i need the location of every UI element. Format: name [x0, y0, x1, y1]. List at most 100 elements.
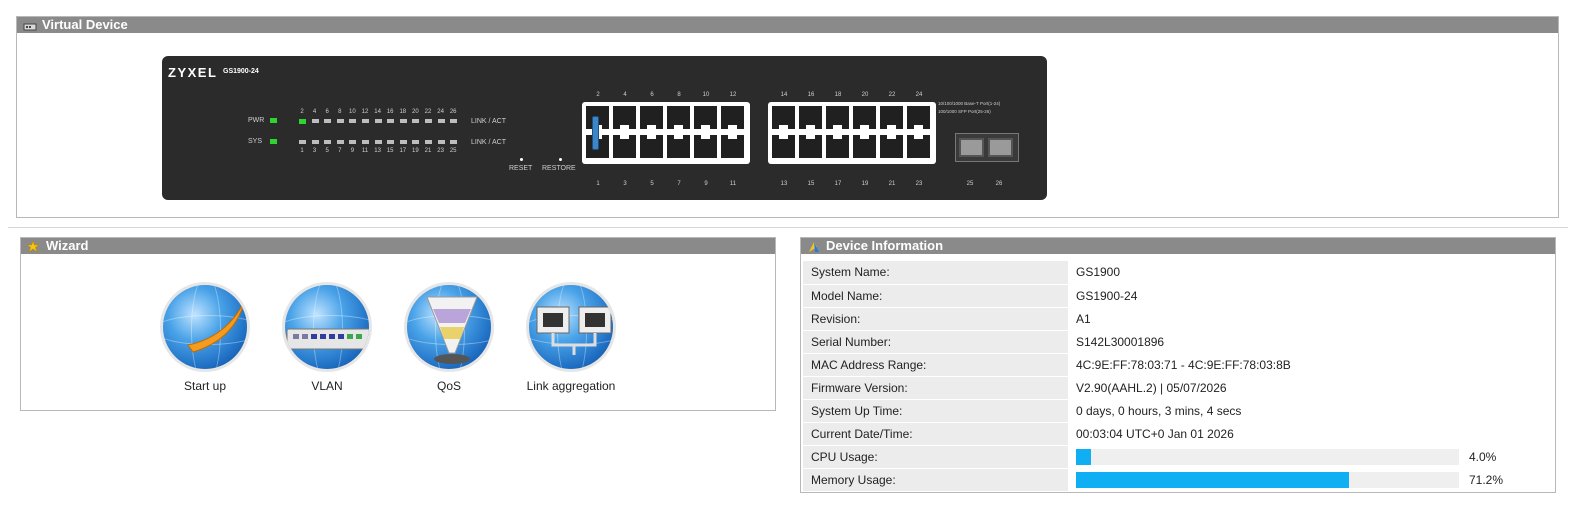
device-info-value: V2.90(AAHL.2) | 05/07/2026	[1068, 376, 1555, 399]
wizard-startup[interactable]: Start up	[145, 282, 265, 393]
startup-icon	[160, 282, 250, 372]
port-led	[349, 119, 357, 123]
wizard-item-label: Link aggregation	[526, 379, 616, 393]
link-act-label-bottom: LINK / ACT	[471, 139, 507, 146]
device-info-value: GS1900-24	[1068, 284, 1555, 307]
port-led	[299, 140, 306, 144]
device-info-key: Model Name:	[803, 284, 1068, 307]
port-notch	[674, 135, 683, 139]
port-notch	[833, 125, 842, 129]
led-number: 6	[325, 109, 329, 115]
rj45-port[interactable]	[667, 135, 690, 158]
rj45-port[interactable]	[667, 106, 690, 129]
port-notch	[647, 135, 656, 139]
port-number: 16	[807, 92, 815, 98]
device-info-row: System Up Time: 0 days, 0 hours, 3 mins, …	[803, 399, 1555, 422]
restore-button[interactable]	[559, 158, 562, 161]
rj45-port[interactable]	[721, 135, 744, 158]
rj45-port[interactable]	[799, 135, 822, 158]
restore-label: RESTORE	[542, 165, 576, 172]
qos-icon	[404, 282, 494, 372]
port-led	[387, 119, 395, 123]
rj45-port[interactable]	[880, 135, 903, 158]
wizard-qos[interactable]: QoS	[389, 282, 509, 393]
led-number: 15	[386, 148, 394, 154]
led-number: 24	[437, 109, 444, 115]
memory-usage-key: Memory Usage:	[803, 468, 1068, 491]
device-information-header: Device Information	[801, 238, 1555, 254]
port-number: 3	[623, 181, 627, 187]
vlan-icon	[282, 282, 372, 372]
led-number: 17	[399, 148, 407, 154]
sfp-port-25[interactable]	[959, 138, 984, 157]
port-number: 24	[915, 92, 923, 98]
device-info-value: 00:03:04 UTC+0 Jan 01 2026	[1068, 422, 1555, 445]
port-notch	[887, 125, 896, 129]
rj45-port[interactable]	[880, 106, 903, 129]
port-led	[437, 119, 445, 123]
port-info-copper: 10/100/1000 Base-T Port(1-24)	[938, 101, 1001, 106]
rj45-port[interactable]	[640, 135, 663, 158]
section-divider	[8, 227, 1568, 228]
rj45-port[interactable]	[826, 135, 849, 158]
rj45-port[interactable]	[826, 106, 849, 129]
port-led	[349, 140, 357, 144]
rj45-port[interactable]	[799, 106, 822, 129]
cpu-usage-percent: 4.0%	[1469, 449, 1497, 464]
sfp-port-number: 26	[995, 181, 1003, 187]
rj45-port[interactable]	[613, 135, 636, 158]
port-number: 2	[596, 92, 600, 98]
led-number: 3	[312, 148, 317, 154]
port-notch	[674, 125, 683, 129]
port-number: 6	[650, 92, 654, 98]
sfp-port-group	[955, 133, 1019, 162]
port-led	[399, 119, 407, 123]
rj45-port[interactable]	[772, 106, 795, 129]
port-number: 13	[780, 181, 788, 187]
memory-usage-value: 71.2%	[1068, 468, 1555, 491]
wizard-link-aggregation[interactable]: Link aggregation	[511, 282, 631, 393]
memory-usage-row: Memory Usage: 71.2%	[803, 468, 1555, 491]
port-number: 15	[807, 181, 815, 187]
cpu-usage-value: 4.0%	[1068, 445, 1555, 468]
port-number: 22	[888, 92, 896, 98]
sfp-port-26[interactable]	[988, 138, 1013, 157]
port-notch	[779, 135, 788, 139]
rj45-port[interactable]	[772, 135, 795, 158]
port-number: 17	[834, 181, 842, 187]
cpu-usage-key: CPU Usage:	[803, 445, 1068, 468]
port-notch	[647, 125, 656, 129]
rj45-port[interactable]	[613, 106, 636, 129]
led-number: 8	[338, 109, 342, 115]
port-led	[412, 140, 420, 144]
brand-logo: ZYXEL	[168, 65, 218, 80]
wizard-item-label: Start up	[183, 379, 227, 393]
led-number: 4	[312, 109, 317, 115]
port-led	[362, 140, 369, 144]
rj45-port[interactable]	[721, 106, 744, 129]
device-info-key: Serial Number:	[803, 330, 1068, 353]
rj45-port[interactable]	[853, 135, 876, 158]
rj45-port[interactable]	[907, 106, 930, 129]
rj45-port[interactable]	[907, 135, 930, 158]
rj45-port-group	[768, 102, 936, 164]
led-number: 18	[399, 109, 407, 115]
rj45-port[interactable]	[640, 106, 663, 129]
port-led	[311, 119, 319, 123]
rj45-port[interactable]	[853, 106, 876, 129]
rj45-port[interactable]	[694, 135, 717, 158]
led-number: 25	[449, 148, 457, 154]
link-aggregation-icon	[526, 282, 616, 372]
wizard-vlan[interactable]: VLAN	[267, 282, 387, 393]
reset-button[interactable]	[520, 158, 523, 161]
port-led	[362, 119, 369, 123]
port-number: 19	[861, 181, 869, 187]
device-info-key: System Name:	[803, 261, 1068, 284]
led-number: 26	[449, 109, 457, 115]
port-led	[387, 140, 395, 144]
led-number: 19	[412, 148, 419, 154]
rj45-port[interactable]	[694, 106, 717, 129]
port-number: 14	[780, 92, 788, 98]
port-led	[299, 119, 306, 124]
led-number: 14	[374, 109, 381, 115]
